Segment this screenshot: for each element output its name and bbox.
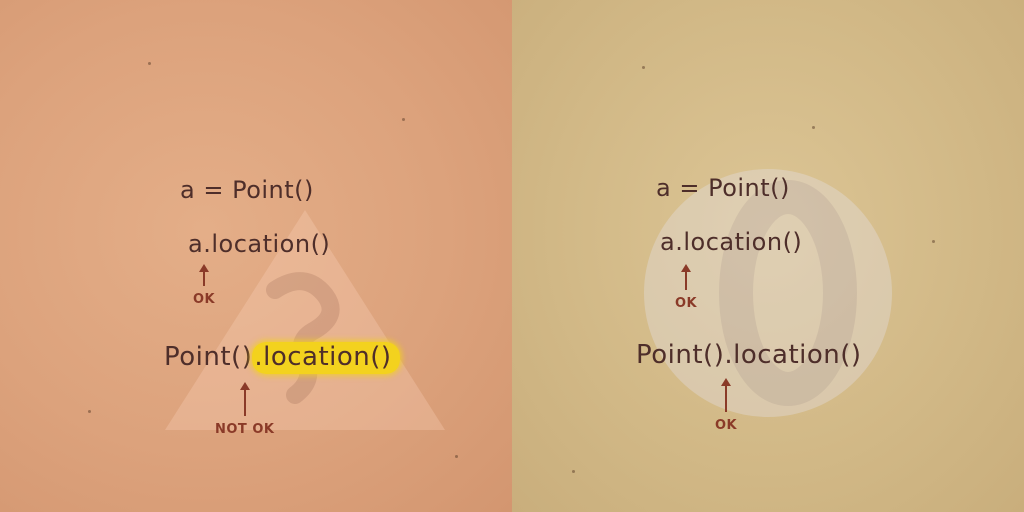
paper-speck — [572, 470, 575, 473]
ok-label: OK — [193, 292, 216, 307]
paper-speck — [932, 240, 935, 243]
ok-marker: OK — [715, 378, 737, 433]
ok-label: OK — [675, 296, 698, 311]
arrow-shaft — [203, 272, 206, 286]
up-arrow-icon — [721, 378, 732, 386]
paper-speck — [455, 455, 458, 458]
up-arrow-icon — [239, 382, 250, 390]
arrow-shaft — [243, 390, 246, 416]
highlighted-method-call: .location() — [252, 342, 400, 374]
chain-prefix: Point() — [164, 342, 253, 372]
assignment-line: a = Point() — [656, 174, 790, 202]
right-panel: a = Point() a.location() OK Point().loca… — [512, 0, 1024, 512]
paper-speck — [148, 62, 151, 65]
chained-call-line: Point().location() — [164, 342, 400, 374]
not-ok-marker: NOT OK — [215, 382, 274, 437]
arrow-shaft — [725, 386, 728, 412]
assignment-line: a = Point() — [180, 176, 314, 204]
paper-speck — [812, 126, 815, 129]
left-panel: a = Point() a.location() OK Point().loca… — [0, 0, 512, 512]
ok-label: OK — [715, 418, 738, 433]
method-call-line: a.location() — [188, 230, 331, 258]
up-arrow-icon — [199, 264, 210, 272]
chained-call-line: Point().location() — [636, 340, 862, 370]
ok-marker: OK — [193, 264, 215, 307]
arrow-shaft — [685, 272, 688, 290]
paper-speck — [402, 118, 405, 121]
paper-speck — [642, 66, 645, 69]
paper-speck — [88, 410, 91, 413]
not-ok-label: NOT OK — [215, 422, 275, 437]
ok-marker: OK — [675, 264, 697, 311]
up-arrow-icon — [681, 264, 692, 272]
method-call-line: a.location() — [660, 228, 803, 256]
